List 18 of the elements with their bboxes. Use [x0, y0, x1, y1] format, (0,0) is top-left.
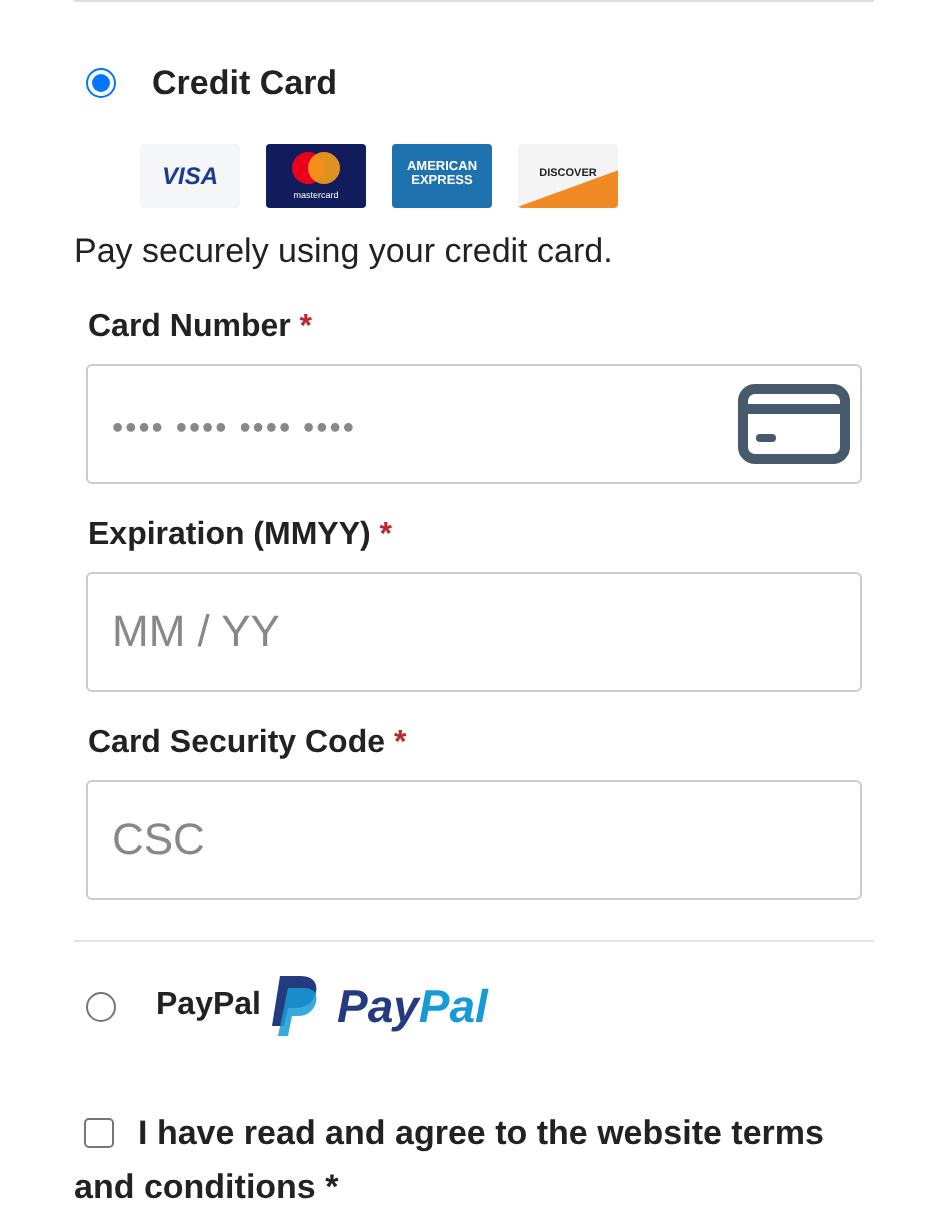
input-field[interactable]: MM / YY	[86, 572, 862, 692]
field-label: Card Number *	[88, 308, 315, 348]
field-label: Expiration (MMYY) *	[88, 516, 395, 556]
field-label: Card Security Code *	[88, 724, 409, 764]
payment-method-label: Credit Card	[152, 62, 338, 106]
input-field[interactable]: CSC	[86, 780, 862, 900]
payment-method-label: PayPal	[156, 986, 261, 1026]
paypal-wordmark: PayPal	[336, 983, 488, 1029]
input-field[interactable]: •••• •••• •••• ••••	[86, 364, 862, 484]
terms-label: I have read and agree to the website terms	[138, 1112, 824, 1156]
terms-label: and conditions *	[74, 1166, 339, 1211]
payment-radio[interactable]	[86, 68, 116, 99]
description-text: Pay securely using your credit card.	[74, 229, 615, 273]
logo-icon	[268, 974, 321, 1038]
payment-radio[interactable]	[86, 991, 116, 1021]
card-logo: VISA	[140, 143, 240, 207]
credit-card-icon	[738, 384, 850, 464]
terms-checkbox[interactable]	[84, 1118, 114, 1149]
